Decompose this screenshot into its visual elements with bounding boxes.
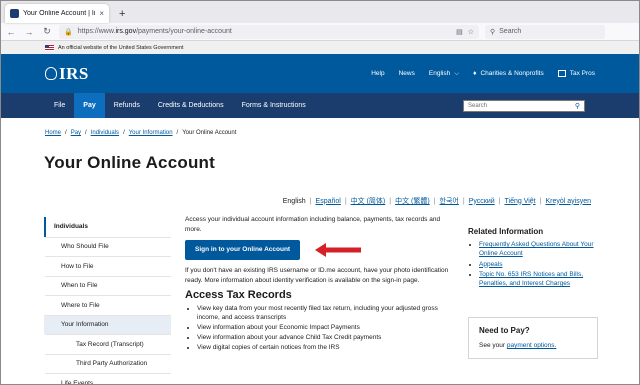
new-tab-button[interactable]: + (119, 8, 125, 23)
search-icon: ⚲ (490, 28, 496, 36)
nav-refunds[interactable]: Refunds (105, 93, 149, 118)
related-title: Related Information (468, 227, 544, 236)
irs-favicon-icon (10, 9, 19, 18)
sidenav-item-where-to-file[interactable]: Where to File (44, 295, 171, 315)
section-title-access-tax-records: Access Tax Records (185, 289, 292, 301)
related-information: Related Information Frequently Asked Que… (468, 227, 598, 290)
help-link[interactable]: Help (371, 70, 384, 77)
irs-eagle-icon (45, 67, 57, 80)
main-nav: File Pay Refunds Credits & Deductions Fo… (1, 93, 639, 118)
address-bar[interactable]: 🔒 https://www.irs.gov/payments/your-onli… (59, 24, 479, 39)
browser-toolbar: ← → ↻ 🔒 https://www.irs.gov/payments/you… (1, 23, 639, 41)
lang-chinese-traditional[interactable]: 中文 (繁體) (395, 196, 430, 206)
news-link[interactable]: News (399, 70, 415, 77)
need-to-pay-text: See your (479, 342, 506, 349)
sign-in-button[interactable]: Sign in to your Online Account (185, 240, 301, 260)
browser-tab[interactable]: Your Online Account | Internal R × (5, 4, 109, 23)
site-search-placeholder: Search (468, 102, 488, 109)
back-icon[interactable]: ← (5, 27, 17, 37)
tab-close-icon[interactable]: × (99, 9, 104, 18)
us-flag-icon (45, 44, 54, 51)
gov-banner-text: An official website of the United States… (58, 44, 184, 51)
breadcrumb-current: Your Online Account (182, 130, 237, 136)
lang-haitian-creole[interactable]: Kreyòl ayisyen (545, 198, 591, 205)
breadcrumb-individuals[interactable]: Individuals (91, 130, 119, 136)
sidenav-item-life-events[interactable]: Life Events (44, 373, 171, 384)
lang-english: English (282, 197, 306, 205)
lang-spanish[interactable]: Español (316, 198, 341, 205)
list-item: View key data from your most recently fi… (197, 304, 455, 323)
browser-search-placeholder: Search (499, 28, 522, 35)
sidenav-item-who-should-file[interactable]: Who Should File (44, 236, 171, 257)
irs-header: IRS Help News English ⌵ ♦ Charities & Nonp… (1, 54, 639, 93)
forward-icon[interactable]: → (23, 27, 35, 37)
tax-records-list: View key data from your most recently fi… (185, 304, 455, 353)
breadcrumb: Home / Pay / Individuals / Your Information… (45, 130, 237, 136)
browser-tab-bar: Your Online Account | Internal R × + (1, 1, 639, 23)
sign-in-help-text: If you don't have an existing IRS userna… (185, 267, 449, 284)
need-to-pay-title: Need to Pay? (479, 326, 530, 335)
irs-logo-text: IRS (59, 63, 89, 83)
utility-links: Help News English ⌵ ♦ Charities & Nonprofi… (371, 70, 595, 78)
list-item: View information about your advance Chil… (197, 333, 455, 343)
browser-window: Your Online Account | Internal R × + ← →… (0, 0, 640, 385)
list-item: View digital copies of certain notices f… (197, 343, 455, 353)
nav-pay[interactable]: Pay (74, 93, 105, 118)
handshake-icon: ♦ (473, 70, 477, 77)
list-item: View information about your Economic Imp… (197, 323, 455, 333)
url-text: https://www.irs.gov/payments/your-online… (77, 28, 232, 35)
related-link-faq[interactable]: Frequently Asked Questions About Your On… (479, 241, 594, 257)
sidenav-item-how-to-file[interactable]: How to File (44, 256, 171, 276)
irs-logo[interactable]: IRS (45, 64, 89, 84)
gov-banner: An official website of the United States… (1, 41, 639, 54)
side-nav: Individuals Who Should File How to File … (44, 217, 171, 384)
charities-link[interactable]: ♦ Charities & Nonprofits (473, 70, 544, 77)
related-link-appeals[interactable]: Appeals (479, 261, 503, 268)
related-link-topic-653[interactable]: Topic No. 653 IRS Notices and Bills, Pen… (479, 271, 583, 287)
nav-file[interactable]: File (45, 93, 74, 118)
nav-forms-instructions[interactable]: Forms & Instructions (233, 93, 315, 118)
document-icon (557, 70, 566, 77)
intro-text: Access your individual account informati… (185, 216, 441, 233)
payment-options-link[interactable]: payment options. (507, 342, 557, 349)
language-selector[interactable]: English ⌵ (429, 70, 459, 78)
lang-chinese-simplified[interactable]: 中文 (简体) (351, 196, 386, 206)
red-arrow-annotation (315, 243, 361, 257)
breadcrumb-pay[interactable]: Pay (71, 130, 81, 136)
tab-title: Your Online Account | Internal R (23, 10, 95, 17)
lang-russian[interactable]: Русский (469, 198, 495, 205)
lang-korean[interactable]: 한국어 (440, 196, 459, 206)
chevron-down-icon: ⌵ (454, 69, 460, 77)
sidenav-item-your-information[interactable]: Your Information (44, 314, 171, 334)
need-to-pay-box: Need to Pay? See your payment options. (468, 317, 598, 359)
sidenav-item-individuals[interactable]: Individuals (44, 217, 171, 237)
sidenav-item-when-to-file[interactable]: When to File (44, 275, 171, 296)
sidenav-item-third-party[interactable]: Third Party Authorization (44, 353, 171, 374)
browser-search-field[interactable]: ⚲ Search (485, 24, 605, 39)
nav-credits-deductions[interactable]: Credits & Deductions (149, 93, 233, 118)
breadcrumb-your-information[interactable]: Your Information (129, 130, 173, 136)
language-links: English | Español | 中文 (简体) | 中文 (繁體) | 한국어 |… (282, 196, 591, 206)
main-content: Access your individual account informati… (185, 215, 455, 353)
lang-vietnamese[interactable]: Tiếng Việt (505, 198, 536, 205)
page-title: Your Online Account (44, 153, 215, 172)
taxpros-link[interactable]: Tax Pros (557, 70, 595, 77)
breadcrumb-home[interactable]: Home (45, 130, 61, 136)
bookmark-star-icon[interactable]: ☆ (468, 28, 474, 36)
reload-icon[interactable]: ↻ (41, 26, 53, 37)
search-icon[interactable]: ⚲ (575, 102, 580, 110)
sidenav-item-tax-record[interactable]: Tax Record (Transcript) (44, 334, 171, 354)
reader-view-icon[interactable]: ▤ (456, 28, 463, 36)
site-search-input[interactable]: Search ⚲ (463, 99, 585, 112)
lock-icon: 🔒 (64, 28, 73, 36)
